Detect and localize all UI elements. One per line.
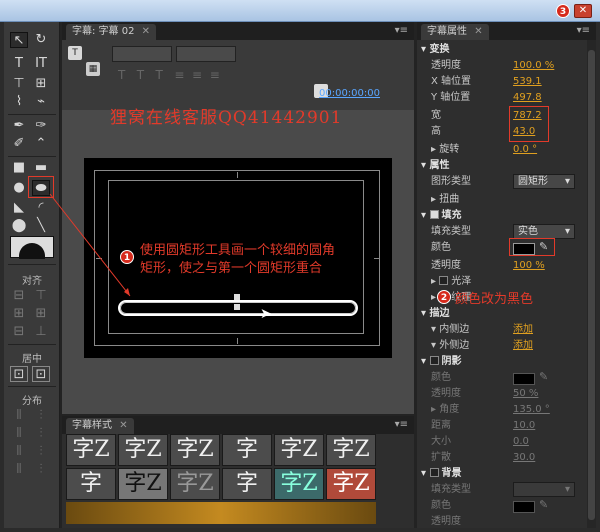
- fill-type-select[interactable]: 实色 ▾: [513, 224, 575, 239]
- shadow-distance-label: 距离: [431, 420, 451, 431]
- shadow-size-label: 大小: [431, 436, 451, 447]
- rotation-label[interactable]: ▸ 旋转: [431, 142, 459, 158]
- shadow-header[interactable]: ▾ 阴影: [421, 354, 462, 370]
- shadow-distance-value[interactable]: 10.0: [513, 418, 535, 434]
- shadow-opacity-value[interactable]: 50 %: [513, 386, 538, 402]
- style-swatch[interactable]: 字: [222, 434, 272, 466]
- style-swatch[interactable]: 字Z: [326, 468, 376, 500]
- shadow-color-label: 颜色: [431, 372, 451, 383]
- bg-eyedropper-icon[interactable]: ✎: [539, 498, 548, 511]
- fill-color-label: 颜色: [431, 242, 451, 253]
- shadow-spread-label: 扩散: [431, 452, 451, 463]
- y-position-value[interactable]: 497.8: [513, 90, 542, 106]
- x-position-value[interactable]: 539.1: [513, 74, 542, 90]
- annotation-color-highlight: [509, 238, 555, 256]
- properties-header[interactable]: ▾ 属性: [421, 158, 450, 174]
- fill-opacity-value[interactable]: 100 %: [513, 258, 545, 274]
- bg-color-label: 颜色: [431, 500, 451, 511]
- rotation-value[interactable]: 0.0 °: [513, 142, 537, 158]
- shadow-eyedropper-icon[interactable]: ✎: [539, 370, 548, 383]
- style-swatch[interactable]: 字Z: [326, 434, 376, 466]
- bg-fill-type-select[interactable]: ▾: [513, 482, 575, 497]
- graphic-type-label: 图形类型: [431, 176, 471, 187]
- props-tab-close-icon[interactable]: ✕: [474, 26, 482, 37]
- background-header[interactable]: ▾ 背景: [421, 466, 462, 482]
- style-swatch[interactable]: 字Z: [274, 434, 324, 466]
- bg-color-swatch[interactable]: [513, 501, 535, 513]
- inner-stroke-add-link[interactable]: 添加: [513, 322, 533, 338]
- styles-tab-label: 字幕样式: [72, 420, 112, 431]
- style-swatch[interactable]: 字Z: [66, 434, 116, 466]
- x-position-label: X 轴位置: [431, 76, 472, 87]
- annotation-2-text: 颜色改为黑色: [455, 292, 534, 307]
- tab-properties[interactable]: 字幕属性 ✕: [421, 24, 489, 40]
- shadow-size-value[interactable]: 0.0: [513, 434, 529, 450]
- fill-opacity-label: 透明度: [431, 260, 461, 271]
- height-label: 高: [431, 126, 441, 137]
- shadow-color-swatch[interactable]: [513, 373, 535, 385]
- style-swatch[interactable]: 字Z: [170, 468, 220, 500]
- style-swatch[interactable]: 字Z: [118, 468, 168, 500]
- shadow-angle-label[interactable]: ▸ 角度: [431, 402, 459, 418]
- fill-header[interactable]: ▾ 填充: [421, 208, 462, 224]
- opacity-value[interactable]: 100.0 %: [513, 58, 554, 74]
- style-swatch[interactable]: 字: [66, 468, 116, 500]
- styles-tab-close-icon[interactable]: ✕: [119, 420, 127, 431]
- inner-stroke-label[interactable]: ▾ 内侧边: [431, 322, 469, 338]
- title-styles-panel: 字幕样式 ✕ ▾≡ 字Z 字Z 字Z 字 字Z 字Z 字 字Z 字Z 字 字Z …: [62, 416, 414, 528]
- style-swatch[interactable]: 字Z: [274, 468, 324, 500]
- bg-fill-type-label: 填充类型: [431, 484, 471, 495]
- styles-panel-menu-icon[interactable]: ▾≡: [395, 419, 408, 430]
- y-position-label: Y 轴位置: [431, 92, 471, 103]
- outer-stroke-label[interactable]: ▾ 外侧边: [431, 338, 469, 354]
- annotation-badge-2: 2: [437, 290, 451, 304]
- width-label: 宽: [431, 110, 441, 121]
- graphic-type-select[interactable]: 圆矩形 ▾: [513, 174, 575, 189]
- opacity-label: 透明度: [431, 60, 461, 71]
- fill-type-label: 填充类型: [431, 226, 471, 237]
- style-swatch[interactable]: 字Z: [170, 434, 220, 466]
- bg-opacity-label: 透明度: [431, 516, 461, 527]
- style-swatch[interactable]: 字: [222, 468, 272, 500]
- stroke-header[interactable]: ▾ 描边: [421, 306, 450, 322]
- shadow-spread-value[interactable]: 30.0: [513, 450, 535, 466]
- sheen-label[interactable]: ▸ 光泽: [431, 274, 471, 290]
- distort-label[interactable]: ▸ 扭曲: [431, 192, 459, 208]
- shadow-opacity-label: 透明度: [431, 388, 461, 399]
- style-swatch[interactable]: 字Z: [118, 434, 168, 466]
- annotation-size-highlight: [509, 106, 549, 142]
- tab-styles[interactable]: 字幕样式 ✕: [66, 418, 134, 434]
- style-swatch-row-partial[interactable]: [66, 502, 376, 524]
- outer-stroke-add-link[interactable]: 添加: [513, 338, 533, 354]
- transform-header[interactable]: ▾ 变换: [421, 42, 450, 58]
- props-tab-label: 字幕属性: [427, 26, 467, 37]
- shadow-angle-value[interactable]: 135.0 °: [513, 402, 550, 418]
- props-tabbar: 字幕属性 ✕ ▾≡: [417, 22, 596, 40]
- styles-tabbar: 字幕样式 ✕ ▾≡: [62, 416, 414, 434]
- props-scrollbar[interactable]: [587, 40, 596, 528]
- props-panel-menu-icon[interactable]: ▾≡: [577, 25, 590, 36]
- title-properties-panel: 字幕属性 ✕ ▾≡ ▾ 变换 透明度 100.0 % X 轴位置 539.1 Y 轴…: [417, 22, 596, 528]
